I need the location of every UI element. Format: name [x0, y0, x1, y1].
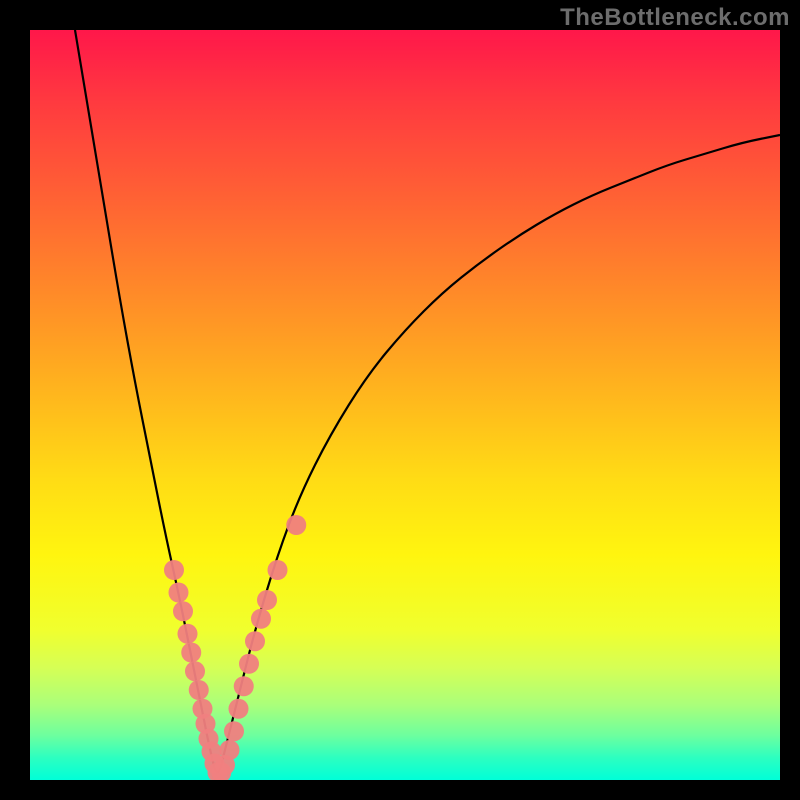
- data-marker: [220, 740, 240, 760]
- data-marker: [224, 721, 244, 741]
- data-marker: [286, 515, 306, 535]
- plot-area: [30, 30, 780, 780]
- data-marker: [245, 631, 265, 651]
- data-marker: [251, 609, 271, 629]
- data-marker: [189, 680, 209, 700]
- watermark-text: TheBottleneck.com: [560, 4, 790, 32]
- data-marker: [229, 699, 249, 719]
- data-marker: [178, 624, 198, 644]
- data-marker: [185, 661, 205, 681]
- data-marker: [234, 676, 254, 696]
- chart-frame: TheBottleneck.com: [0, 0, 800, 800]
- data-marker: [257, 590, 277, 610]
- marker-group: [164, 515, 306, 780]
- data-marker: [181, 643, 201, 663]
- data-marker: [268, 560, 288, 580]
- data-marker: [239, 654, 259, 674]
- bottleneck-curve: [75, 30, 780, 773]
- bottleneck-chart: [30, 30, 780, 780]
- data-marker: [164, 560, 184, 580]
- data-marker: [173, 601, 193, 621]
- data-marker: [169, 583, 189, 603]
